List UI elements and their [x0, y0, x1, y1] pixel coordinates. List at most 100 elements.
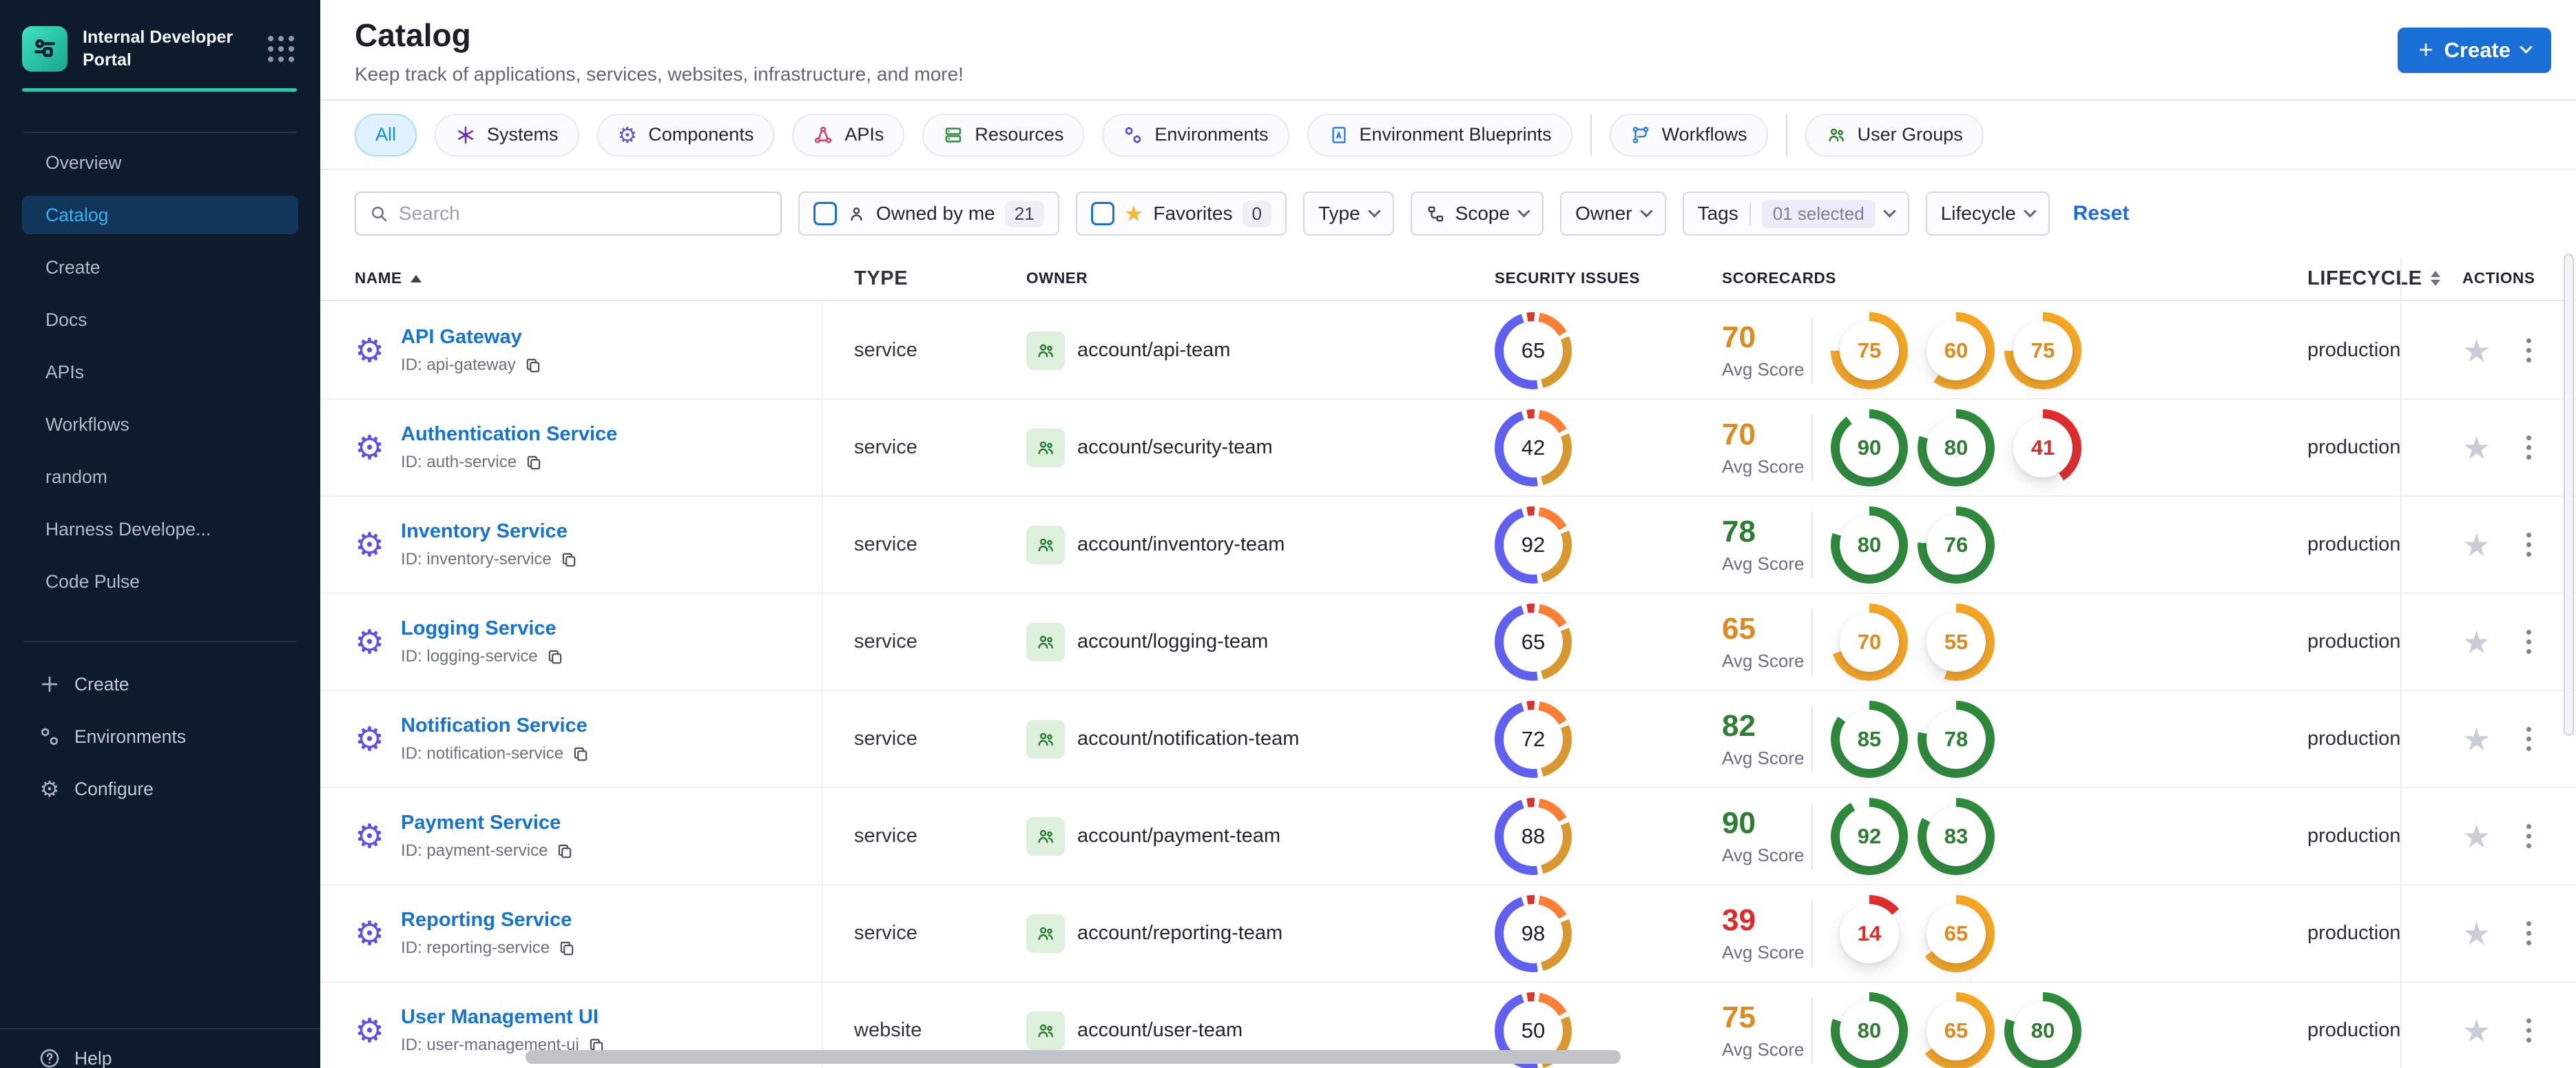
scorecard-rings: 80 76: [1831, 506, 1995, 584]
table-row-auth-service: ⚙ Authentication Service ID: auth-servic…: [320, 400, 2576, 497]
create-button[interactable]: + Create: [2398, 28, 2551, 73]
component-gear-icon: ⚙: [355, 1011, 385, 1050]
favorite-star-button[interactable]: ★: [2462, 821, 2491, 852]
table-row-notification-service: ⚙ Notification Service ID: notification-…: [320, 691, 2576, 788]
column-header-name[interactable]: NAME: [320, 257, 823, 300]
sidebar-item-random[interactable]: random: [0, 451, 320, 503]
sidebar-item-catalog[interactable]: Catalog: [22, 196, 298, 234]
component-gear-icon: ⚙: [355, 428, 385, 467]
user-groups-icon: [1826, 125, 1847, 145]
sidebar-item-help[interactable]: Help: [0, 1028, 320, 1068]
entity-name-link[interactable]: Inventory Service: [401, 520, 568, 542]
favorites-filter[interactable]: ★ Favorites 0: [1075, 192, 1287, 236]
row-menu-button[interactable]: [2522, 917, 2535, 949]
owned-by-me-checkbox[interactable]: [813, 202, 837, 225]
favorite-star-button[interactable]: ★: [2462, 335, 2491, 367]
search-box[interactable]: [355, 192, 782, 236]
sidebar-item-environments[interactable]: Environments: [0, 710, 320, 763]
entity-name-link[interactable]: Reporting Service: [401, 909, 572, 931]
entity-name-link[interactable]: Payment Service: [401, 812, 561, 834]
table-row-inventory-service: ⚙ Inventory Service ID: inventory-servic…: [320, 497, 2576, 594]
sidebar-item-apis[interactable]: APIs: [0, 346, 320, 398]
entity-id: ID: payment-service: [401, 841, 574, 861]
scorecard-ring: 80: [1831, 506, 1908, 584]
actions-cell: ★: [2400, 983, 2576, 1068]
entity-name-link[interactable]: Authentication Service: [401, 423, 617, 445]
sidebar-item-harness-develope[interactable]: Harness Develope...: [0, 503, 320, 555]
row-menu-button[interactable]: [2522, 528, 2535, 561]
sidebar-item-workflows[interactable]: Workflows: [0, 398, 320, 451]
row-menu-button[interactable]: [2522, 1014, 2535, 1047]
row-menu-button[interactable]: [2522, 431, 2535, 464]
tab-label: All: [375, 124, 397, 145]
avg-score-value: 65: [1722, 612, 1756, 646]
lifecycle-value: production: [2307, 1019, 2401, 1041]
copy-icon[interactable]: [572, 745, 590, 763]
copy-icon[interactable]: [560, 551, 578, 568]
entity-name-link[interactable]: Notification Service: [401, 715, 588, 737]
owner-filter-dropdown[interactable]: Owner: [1560, 192, 1666, 236]
owner-group-icon: [1026, 525, 1065, 564]
column-header-lifecycle[interactable]: LIFECYCLE: [2269, 257, 2440, 300]
favorite-star-button[interactable]: ★: [2462, 723, 2491, 755]
component-gear-icon: ⚙: [355, 914, 385, 953]
favorite-star-button[interactable]: ★: [2462, 626, 2491, 658]
resources-icon: [943, 125, 964, 145]
copy-icon[interactable]: [546, 648, 564, 666]
vertical-scrollbar-thumb[interactable]: [2564, 254, 2574, 736]
tab-resources[interactable]: Resources: [922, 113, 1085, 156]
sidebar-item-configure[interactable]: ⚙ Configure: [0, 763, 320, 815]
scope-filter-dropdown[interactable]: Scope: [1410, 192, 1544, 236]
favorite-star-button[interactable]: ★: [2462, 432, 2491, 464]
favorite-star-button[interactable]: ★: [2462, 1015, 2491, 1047]
row-menu-button[interactable]: [2522, 820, 2535, 852]
search-input[interactable]: [399, 203, 768, 225]
tab-environments[interactable]: Environments: [1102, 113, 1289, 156]
owner-group-icon: [1026, 622, 1065, 661]
entity-name-link[interactable]: API Gateway: [401, 326, 522, 348]
owned-by-me-count: 21: [1004, 200, 1044, 227]
avg-score-block: 78 Avg Score: [1722, 515, 1811, 575]
entity-name-link[interactable]: User Management UI: [401, 1006, 599, 1028]
copy-icon[interactable]: [558, 939, 576, 957]
tab-label: Systems: [487, 124, 559, 145]
owned-by-me-filter[interactable]: Owned by me 21: [798, 192, 1059, 236]
entity-name-link[interactable]: Logging Service: [401, 617, 557, 639]
tab-apis[interactable]: APIs: [792, 113, 905, 156]
row-menu-button[interactable]: [2522, 334, 2535, 367]
module-grid-icon[interactable]: [268, 36, 294, 62]
copy-icon[interactable]: [524, 356, 542, 374]
reset-filters-button[interactable]: Reset: [2073, 202, 2130, 225]
favorite-star-button[interactable]: ★: [2462, 918, 2491, 949]
security-issues-ring: 65: [1495, 603, 1572, 681]
sidebar-item-docs[interactable]: Docs: [0, 294, 320, 346]
horizontal-scrollbar-thumb[interactable]: [526, 1050, 1621, 1064]
sidebar-item-code-pulse[interactable]: Code Pulse: [0, 555, 320, 608]
sidebar-item-overview[interactable]: Overview: [0, 136, 320, 189]
tags-filter-dropdown[interactable]: Tags 01 selected: [1682, 192, 1909, 236]
favorite-star-button[interactable]: ★: [2462, 529, 2491, 561]
table-row-payment-service: ⚙ Payment Service ID: payment-service se…: [320, 788, 2576, 885]
sidebar-item-create[interactable]: Create: [0, 241, 320, 294]
lifecycle-filter-dropdown[interactable]: Lifecycle: [1925, 192, 2050, 236]
sidebar-item-create[interactable]: Create: [0, 658, 320, 710]
tab-systems[interactable]: Systems: [435, 113, 579, 156]
type-filter-dropdown[interactable]: Type: [1302, 192, 1394, 236]
tab-user-groups[interactable]: User Groups: [1805, 113, 1984, 156]
avg-score-label: Avg Score: [1722, 845, 1805, 865]
copy-icon[interactable]: [525, 453, 543, 471]
person-icon: [846, 204, 866, 224]
security-issues-cell: 88: [1464, 788, 1650, 884]
row-menu-button[interactable]: [2522, 626, 2535, 658]
tab-environment-blueprints[interactable]: Environment Blueprints: [1307, 113, 1572, 156]
tab-all[interactable]: All: [355, 113, 417, 156]
favorites-checkbox[interactable]: [1090, 202, 1114, 225]
tab-components[interactable]: ⚙ Components: [596, 113, 775, 156]
owner-name: account/security-team: [1077, 436, 1273, 458]
copy-icon[interactable]: [556, 842, 574, 860]
scorecard-ring: 78: [1918, 700, 1995, 778]
tab-workflows[interactable]: Workflows: [1609, 113, 1768, 156]
tags-filter-label: Tags: [1697, 203, 1738, 224]
row-menu-button[interactable]: [2522, 723, 2535, 755]
main-content: Catalog Keep track of applications, serv…: [320, 0, 2576, 1068]
